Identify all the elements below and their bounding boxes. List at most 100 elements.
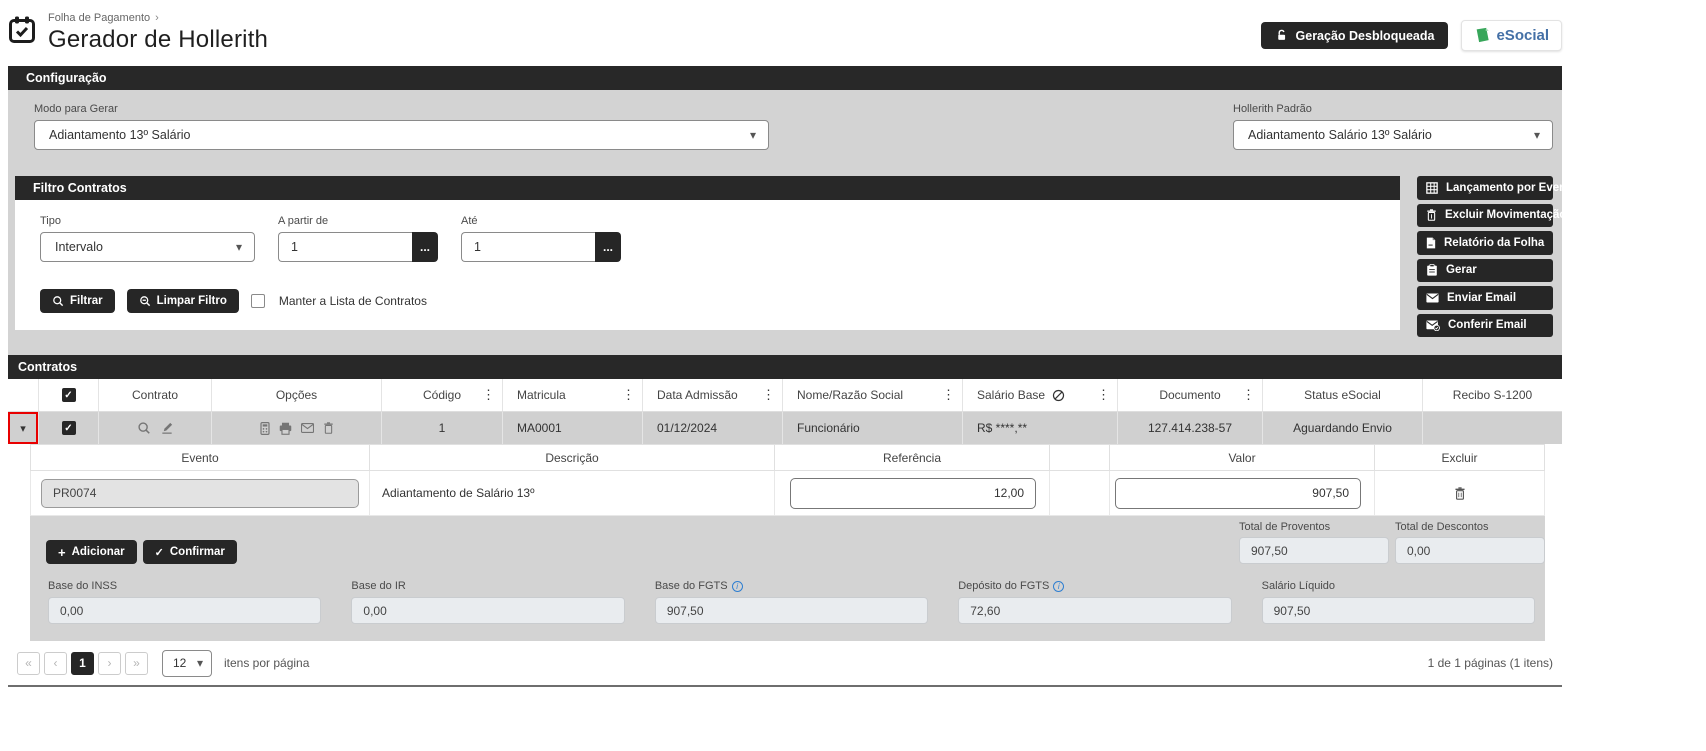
to-input[interactable] xyxy=(461,232,595,262)
gerador-de-hollerith-app: Folha de Pagamento › Gerador de Hollerith… xyxy=(0,0,1706,751)
pagination-bar: « ‹ 1 › » 12 ▾ itens por página 1 de 1 p… xyxy=(8,641,1562,687)
filtrar-button[interactable]: Filtrar xyxy=(40,289,115,313)
cell-documento: 127.414.238-57 xyxy=(1117,412,1262,444)
info-icon[interactable]: i xyxy=(1053,580,1065,592)
edit-contract-icon[interactable] xyxy=(160,421,174,435)
page-title: Gerador de Hollerith xyxy=(48,26,269,53)
plus-icon: + xyxy=(58,544,66,560)
row-checkbox[interactable]: ✓ xyxy=(61,421,76,435)
salario-liquido-field: Salário Líquido 907,50 xyxy=(1261,580,1536,624)
spacer-cell xyxy=(1050,471,1110,516)
tipo-select[interactable]: Intervalo ▾ xyxy=(40,232,255,262)
esocial-page-icon xyxy=(1474,27,1491,44)
view-contract-icon[interactable] xyxy=(137,421,151,435)
clear-filter-icon xyxy=(139,295,151,307)
mode-field: Modo para Gerar Adiantamento 13º Salário… xyxy=(34,103,769,150)
to-lookup-button[interactable]: ... xyxy=(595,232,621,262)
clipboard-icon xyxy=(1426,264,1438,276)
column-menu-icon[interactable]: ⋮ xyxy=(1240,387,1257,403)
tipo-field: Tipo Intervalo ▾ xyxy=(40,215,255,262)
printer-icon[interactable] xyxy=(279,422,292,435)
evento-input[interactable] xyxy=(41,478,359,508)
cell-matricula: MA0001 xyxy=(502,412,642,444)
enviar-email-button[interactable]: Enviar Email xyxy=(1417,286,1553,310)
base-inss-value: 0,00 xyxy=(48,597,322,624)
prev-page-button[interactable]: ‹ xyxy=(44,651,67,675)
conferir-email-button[interactable]: Conferir Email xyxy=(1417,313,1553,337)
to-label: Até xyxy=(461,215,478,227)
page-1-button[interactable]: 1 xyxy=(71,651,94,675)
from-field: A partir de ... xyxy=(278,215,438,262)
page-size-select[interactable]: 12 ▾ xyxy=(162,649,212,677)
per-page-label: itens por página xyxy=(224,656,310,670)
esocial-button[interactable]: eSocial xyxy=(1461,20,1562,51)
total-descontos-value: 0,00 xyxy=(1395,537,1545,564)
from-lookup-button[interactable]: ... xyxy=(412,232,438,262)
adicionar-button[interactable]: + Adicionar xyxy=(46,540,137,564)
excluir-movimentacao-button[interactable]: Excluir Movimentação xyxy=(1417,203,1566,227)
breadcrumb-chevron-icon: › xyxy=(155,12,159,24)
cell-recibo-s1200 xyxy=(1422,412,1562,444)
hollerith-select[interactable]: Adiantamento Salário 13º Salário ▾ xyxy=(1233,120,1553,150)
breadcrumb[interactable]: Folha de Pagamento › xyxy=(48,12,268,24)
cell-codigo: 1 xyxy=(381,412,502,444)
select-all-checkbox[interactable]: ✓ xyxy=(61,388,76,402)
cell-nome: Funcionário xyxy=(782,412,962,444)
column-menu-icon[interactable]: ⋮ xyxy=(480,387,497,403)
column-referencia: Referência xyxy=(775,444,1050,471)
tipo-label: Tipo xyxy=(40,215,61,227)
lancamento-por-evento-button[interactable]: Lançamento por Evento xyxy=(1417,176,1577,200)
base-inss-field: Base do INSS 0,00 xyxy=(48,580,322,624)
column-recibo-s1200[interactable]: Recibo S-1200 xyxy=(1422,379,1562,411)
column-contrato[interactable]: Contrato xyxy=(98,379,211,411)
calculator-icon[interactable] xyxy=(259,421,270,435)
column-nome-razao-social[interactable]: Nome/Razão Social ⋮ xyxy=(782,379,962,411)
from-input[interactable] xyxy=(278,232,412,262)
column-codigo[interactable]: Código ⋮ xyxy=(381,379,502,411)
column-status-esocial[interactable]: Status eSocial xyxy=(1262,379,1422,411)
column-data-admissao[interactable]: Data Admissão ⋮ xyxy=(642,379,782,411)
column-excluir: Excluir xyxy=(1375,444,1545,471)
last-page-button[interactable]: » xyxy=(125,651,148,675)
column-menu-icon[interactable]: ⋮ xyxy=(1095,387,1112,403)
valor-input[interactable] xyxy=(1115,477,1361,509)
first-page-button[interactable]: « xyxy=(17,651,40,675)
email-icon[interactable] xyxy=(300,423,314,433)
check-icon: ✓ xyxy=(154,546,164,559)
column-menu-icon[interactable]: ⋮ xyxy=(620,387,637,403)
base-fgts-field: Base do FGTS i 907,50 xyxy=(654,580,929,624)
confirmar-button[interactable]: ✓ Confirmar xyxy=(142,540,237,564)
relatorio-da-folha-button[interactable]: Relatório da Folha xyxy=(1417,231,1553,255)
column-menu-icon[interactable]: ⋮ xyxy=(760,387,777,403)
delete-icon[interactable] xyxy=(323,422,334,434)
base-fgts-value: 907,50 xyxy=(654,597,929,624)
referencia-input[interactable] xyxy=(790,477,1036,509)
next-page-button[interactable]: › xyxy=(98,651,121,675)
column-valor: Valor xyxy=(1110,444,1375,471)
from-label: A partir de xyxy=(278,215,329,227)
limpar-filtro-button[interactable]: Limpar Filtro xyxy=(126,289,239,313)
visibility-off-icon[interactable] xyxy=(1052,389,1065,402)
gerar-button[interactable]: Gerar xyxy=(1417,258,1553,282)
column-salario-base[interactable]: Salário Base ⋮ xyxy=(962,379,1117,411)
mode-select[interactable]: Adiantamento 13º Salário ▾ xyxy=(34,120,769,150)
info-icon[interactable]: i xyxy=(731,580,743,592)
row-expand-toggle[interactable]: ▾ xyxy=(8,412,38,444)
main-panel: Configuração Modo para Gerar Adiantament… xyxy=(8,66,1577,687)
descricao-text: Adiantamento de Salário 13º xyxy=(370,471,775,516)
column-matricula[interactable]: Matricula ⋮ xyxy=(502,379,642,411)
keep-list-checkbox[interactable] xyxy=(250,294,265,308)
contract-row: ▾ ✓ 1 MA0001 01/12/2024 Funcionário R$ *… xyxy=(8,412,1562,444)
column-menu-icon[interactable]: ⋮ xyxy=(940,387,957,403)
column-descricao: Descrição xyxy=(370,444,775,471)
chevron-down-icon: ▾ xyxy=(749,128,756,142)
column-documento[interactable]: Documento ⋮ xyxy=(1117,379,1262,411)
delete-event-icon[interactable] xyxy=(1454,486,1466,500)
column-spacer xyxy=(1050,444,1110,471)
envelope-icon xyxy=(1426,293,1439,303)
generation-unlocked-button[interactable]: Geração Desbloqueada xyxy=(1260,22,1449,49)
to-field: Até ... xyxy=(461,215,621,262)
column-opcoes[interactable]: Opções xyxy=(211,379,381,411)
cell-salario-base: R$ ****,** xyxy=(962,412,1117,444)
document-icon xyxy=(1426,237,1436,249)
